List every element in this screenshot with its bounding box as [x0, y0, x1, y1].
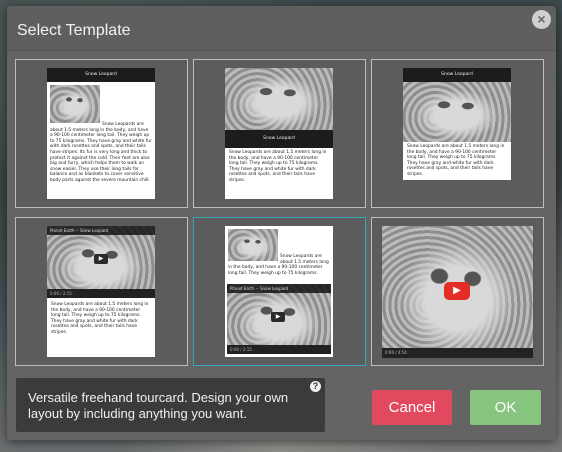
template-tile-image-top[interactable]: Snow Leopard Snow Leopards are about 1.5…: [193, 59, 366, 208]
video-thumbnail: ▶ 0:00 / 4:54: [382, 226, 533, 358]
template-preview: Planet Earth -- Snow Leopard ▶ 0:00 / 2:…: [47, 226, 155, 357]
leopard-image: [50, 85, 100, 123]
dialog-title: Select Template: [17, 22, 131, 39]
template-tile-video-only[interactable]: ▶ 0:00 / 4:54: [371, 217, 544, 366]
video-title: Planet Earth -- Snow Leopard: [227, 284, 331, 293]
template-preview: Snow Leopard Snow Leopards are about 1.5…: [403, 68, 511, 180]
youtube-play-icon: ▶: [444, 282, 470, 300]
description-text: Versatile freehand tourcard. Design your…: [28, 390, 289, 421]
template-tile-heading-image[interactable]: Snow Leopard Snow Leopards are about 1.5…: [371, 59, 544, 208]
close-icon[interactable]: ×: [532, 10, 551, 29]
preview-heading: Snow Leopard: [403, 68, 511, 82]
leopard-image: [228, 229, 278, 261]
select-template-dialog: Select Template × Snow Leopard Snow Leop…: [7, 6, 556, 440]
template-grid: Snow Leopard Snow Leopards are about 1.5…: [15, 59, 544, 366]
play-icon: ▶: [94, 254, 108, 264]
leopard-image: [225, 68, 333, 130]
template-tile-video-text[interactable]: Planet Earth -- Snow Leopard ▶ 0:00 / 2:…: [15, 217, 188, 366]
video-controls: 0:00 / 2:15: [227, 345, 331, 354]
leopard-image: [403, 82, 511, 142]
template-preview: Snow Leopard Snow Leopards are about 1.5…: [47, 68, 155, 199]
cancel-button[interactable]: Cancel: [372, 390, 452, 425]
video-thumbnail: Planet Earth -- Snow Leopard ▶ 0:00 / 2:…: [227, 284, 331, 354]
preview-text: Snow Leopards are about 1.5 meters long …: [407, 144, 505, 177]
preview-text: Snow Leopards are about 1.5 meters long …: [51, 302, 149, 335]
help-icon[interactable]: ?: [310, 381, 321, 392]
template-preview: Snow Leopard Snow Leopards are about 1.5…: [225, 68, 333, 199]
play-icon: ▶: [271, 312, 285, 322]
template-preview: Snow Leopards are about 1.5 meters long …: [225, 226, 333, 357]
dialog-header: Select Template ×: [7, 6, 556, 51]
video-controls: 0:00 / 2:15: [47, 289, 155, 298]
template-description: Versatile freehand tourcard. Design your…: [16, 378, 325, 432]
template-tile-text-wrap[interactable]: Snow Leopard Snow Leopards are about 1.5…: [15, 59, 188, 208]
ok-button[interactable]: OK: [470, 390, 541, 425]
video-thumbnail: Planet Earth -- Snow Leopard ▶ 0:00 / 2:…: [47, 226, 155, 298]
preview-heading: Snow Leopard: [225, 130, 333, 148]
video-controls: 0:00 / 4:54: [382, 348, 533, 358]
template-tile-mixed-selected[interactable]: Snow Leopards are about 1.5 meters long …: [193, 217, 366, 366]
preview-heading: Snow Leopard: [47, 68, 155, 82]
video-title: Planet Earth -- Snow Leopard: [47, 226, 155, 235]
preview-text: Snow Leopards are about 1.5 meters long …: [229, 150, 327, 183]
